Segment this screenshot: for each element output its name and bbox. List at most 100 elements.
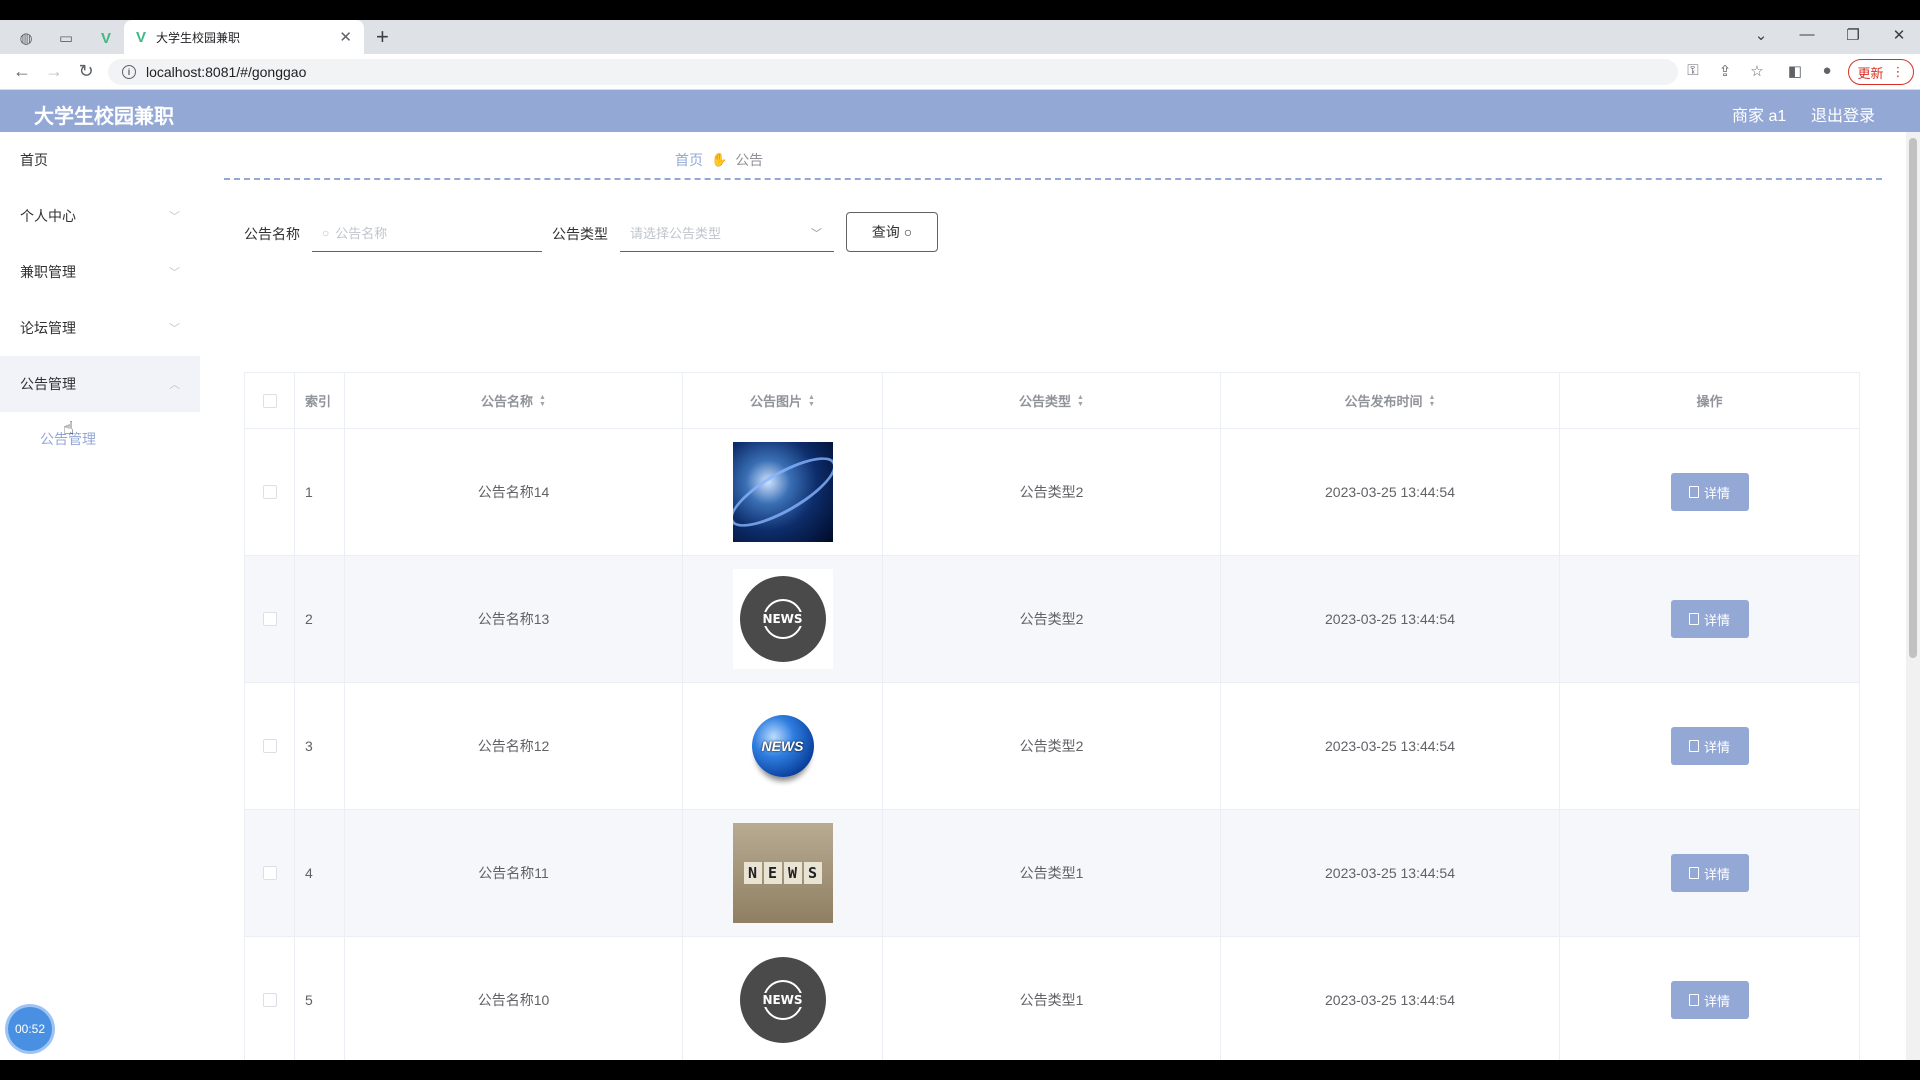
site-info-icon[interactable]: i <box>122 65 136 79</box>
query-button[interactable]: 查询 ○ <box>846 212 938 252</box>
row-type: 公告类型2 <box>883 429 1221 555</box>
detail-button[interactable]: 详情 <box>1670 981 1749 1019</box>
tab-title: 大学生校园兼职 <box>156 30 241 45</box>
breadcrumb: 首页 ✋ 公告 <box>675 150 763 170</box>
name-search-input[interactable]: ○ 公告名称 <box>312 214 542 252</box>
notice-table: 索引 公告名称 ▲ ▼ 公告图片 ▲ ▼ 公告类型 ▲ ▼ 公告发布时间 ▲ ▼ 操作 1 公告… <box>244 372 1860 1060</box>
row-time: 2023-03-25 13:44:54 <box>1221 683 1560 809</box>
news-cubes-image: NEWS <box>732 823 833 923</box>
browser-tab-active[interactable]: V 大学生校园兼职 ✕ <box>124 20 364 54</box>
new-tab-icon[interactable]: + <box>376 24 389 50</box>
dashed-divider <box>224 178 1882 180</box>
screen-top-edge <box>0 0 1920 20</box>
detail-label: 详情 <box>1703 612 1730 628</box>
news-circle-image: NEWS <box>732 950 833 1050</box>
row-checkbox[interactable] <box>262 739 277 753</box>
back-icon[interactable]: ← <box>10 61 34 82</box>
url-input[interactable]: i localhost:8081/#/gonggao <box>108 59 1678 85</box>
row-checkbox-cell <box>245 937 295 1060</box>
sidebar-item-label: 个人中心 <box>20 208 76 224</box>
row-image-cell <box>683 429 883 555</box>
key-icon[interactable]: ⚿ <box>1682 62 1704 79</box>
recording-timer: 00:52 <box>8 1007 52 1051</box>
document-icon <box>1688 613 1699 625</box>
detail-button[interactable]: 详情 <box>1670 727 1749 765</box>
sidebar-item-job-management[interactable]: 兼职管理 ﹀ <box>0 244 200 300</box>
sort-icon[interactable]: ▲ ▼ <box>539 394 546 408</box>
news-circle-image: NEWS <box>732 569 833 669</box>
row-checkbox[interactable] <box>262 866 277 880</box>
sidebar-item-label: 公告管理 <box>20 376 76 392</box>
sidebar-item-home[interactable]: 首页 <box>0 132 200 188</box>
row-checkbox-cell <box>245 429 295 555</box>
row-checkbox[interactable] <box>262 485 277 499</box>
tab-pinned-icon[interactable]: ▭ <box>54 26 78 50</box>
type-label: 公告类型 <box>552 226 608 242</box>
tab-search-icon[interactable]: ◍ <box>14 26 38 50</box>
detail-button[interactable]: 详情 <box>1670 600 1749 638</box>
type-placeholder: 请选择公告类型 <box>630 226 722 241</box>
chevron-down-icon: ﹀ <box>169 267 180 279</box>
page-scrollbar[interactable] <box>1906 132 1920 1060</box>
window-close-icon[interactable]: ✕ <box>1884 26 1914 44</box>
header-time[interactable]: 公告发布时间 ▲ ▼ <box>1221 373 1560 428</box>
forward-icon[interactable]: → <box>42 61 66 82</box>
sidebar-item-personal-center[interactable]: 个人中心 ﹀ <box>0 188 200 244</box>
minimize-icon[interactable]: — <box>1792 26 1822 43</box>
document-icon <box>1688 486 1699 498</box>
type-select[interactable]: 请选择公告类型 ﹀ <box>620 214 834 252</box>
breadcrumb-hand-icon: ✋ <box>711 152 728 167</box>
chevron-down-icon: ﹀ <box>811 227 822 240</box>
table-row: 1 公告名称14 公告类型2 2023-03-25 13:44:54 详情 <box>245 429 1859 556</box>
tab-close-icon[interactable]: ✕ <box>339 28 352 46</box>
browser-address-bar: ← → ↻ i localhost:8081/#/gonggao ⚿ ⇪ ☆ ◧… <box>0 54 1920 90</box>
row-name: 公告名称11 <box>345 810 683 936</box>
document-icon <box>1688 740 1699 752</box>
row-index: 2 <box>295 556 345 682</box>
row-checkbox[interactable] <box>262 993 277 1007</box>
row-checkbox[interactable] <box>262 612 277 626</box>
scroll-thumb[interactable] <box>1909 138 1917 658</box>
sidebar-item-label: 首页 <box>20 152 48 168</box>
sort-icon[interactable]: ▲ ▼ <box>1077 394 1084 408</box>
row-index: 3 <box>295 683 345 809</box>
detail-button[interactable]: 详情 <box>1670 473 1749 511</box>
sidebar-subitem-notice-management[interactable]: 公告管理 <box>0 414 200 464</box>
select-all-checkbox[interactable] <box>262 393 277 408</box>
share-icon[interactable]: ⇪ <box>1714 62 1736 80</box>
row-operation-cell: 详情 <box>1560 429 1859 555</box>
sidebar-item-notice-management[interactable]: 公告管理 ︿ <box>0 356 200 412</box>
sort-icon[interactable]: ▲ ▼ <box>808 394 815 408</box>
vue-tab-icon[interactable]: V <box>94 26 118 50</box>
reload-icon[interactable]: ↻ <box>74 61 98 82</box>
detail-label: 详情 <box>1703 485 1730 501</box>
header-image-label: 公告图片 <box>750 394 803 409</box>
side-panel-icon[interactable]: ◧ <box>1784 62 1806 80</box>
row-name: 公告名称13 <box>345 556 683 682</box>
header-type[interactable]: 公告类型 ▲ ▼ <box>883 373 1221 428</box>
tab-search-chevron-icon[interactable]: ⌄ <box>1746 26 1776 44</box>
detail-button[interactable]: 详情 <box>1670 854 1749 892</box>
logout-button[interactable]: 退出登录 <box>1811 102 1875 126</box>
row-index: 1 <box>295 429 345 555</box>
profile-icon[interactable]: ● <box>1816 62 1838 79</box>
update-button[interactable]: 更新 ⋮ <box>1848 59 1914 85</box>
bookmark-star-icon[interactable]: ☆ <box>1746 62 1768 80</box>
header-time-label: 公告发布时间 <box>1344 394 1423 409</box>
header-operation: 操作 <box>1696 394 1723 409</box>
row-image-cell: NEWS <box>683 937 883 1060</box>
sidebar-item-label: 论坛管理 <box>20 320 76 336</box>
app-title: 大学生校园兼职 <box>34 106 174 128</box>
header-image[interactable]: 公告图片 ▲ ▼ <box>683 373 883 428</box>
document-icon <box>1688 867 1699 879</box>
sidebar-item-forum-management[interactable]: 论坛管理 ﹀ <box>0 300 200 356</box>
sort-icon[interactable]: ▲ ▼ <box>1429 394 1436 408</box>
app-window: 大学生校园兼职 商家 a1 退出登录 首页 个人中心 ﹀ 兼职管理 ﹀ 论坛管理… <box>0 90 1920 1060</box>
row-type: 公告类型1 <box>883 810 1221 936</box>
detail-label: 详情 <box>1703 993 1730 1009</box>
row-image-cell: NEWS <box>683 683 883 809</box>
restore-icon[interactable]: ❐ <box>1838 26 1868 44</box>
breadcrumb-home[interactable]: 首页 <box>675 150 703 170</box>
row-checkbox-cell <box>245 683 295 809</box>
header-name[interactable]: 公告名称 ▲ ▼ <box>345 373 683 428</box>
